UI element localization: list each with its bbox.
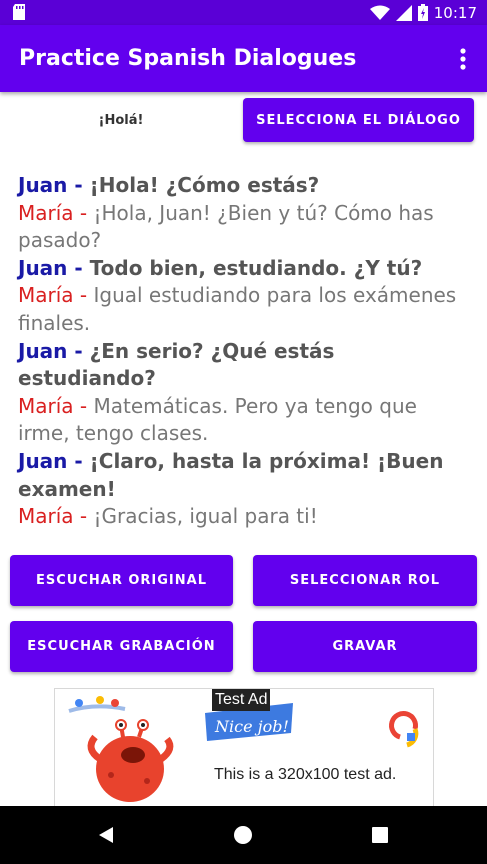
wifi-icon [369,5,390,20]
speaker-name: María [18,200,74,225]
speaker-name: María [18,283,74,308]
clock: 10:17 [433,3,477,22]
recents-icon[interactable] [371,826,389,844]
speaker-name: Juan [18,448,68,473]
speaker-name: María [18,504,74,529]
back-icon[interactable] [97,826,115,844]
status-bar: 10:17 [0,0,487,25]
dialogue-line: Juan - ¡Hola! ¿Cómo estás? [18,173,320,197]
test-ad-label: Test Ad [212,689,271,711]
record-button[interactable]: GRAVAR [253,621,477,672]
dialogue-line: Juan - ¡Claro, hasta la próxima! ¡Buen e… [18,448,444,501]
app-title: Practice Spanish Dialogues [19,46,357,71]
ad-description: This is a 320x100 test ad. [214,766,397,783]
select-dialog-button[interactable]: SELECCIONA EL DIÁLOGO [243,98,474,142]
listen-original-button[interactable]: ESCUCHAR ORIGINAL [10,555,233,606]
battery-icon [417,4,428,21]
listen-recording-button[interactable]: ESCUCHAR GRABACIÓN [10,621,233,672]
sd-card-icon [13,4,25,20]
speaker-name: Juan [18,173,68,197]
dialogue-line: María - ¡Gracias, igual para ti! [18,504,318,529]
signal-icon [395,4,412,21]
ad-logo-icon [389,711,419,748]
line-text: ¡Gracias, igual para ti! [93,504,318,529]
speaker-name: María [18,393,74,418]
dialogue-line: María - Igual estudiando para los exámen… [18,283,457,335]
dialogue-line: María - ¡Hola, Juan! ¿Bien y tú? Cómo ha… [18,200,434,253]
line-text: ¡Hola! ¿Cómo estás? [89,173,320,197]
navigation-bar [0,806,487,864]
select-role-button[interactable]: SELECCIONAR ROL [253,555,477,606]
speaker-name: Juan [18,338,68,363]
ad-banner-text: Nice job! [214,717,289,736]
dialogue-line: María - Matemáticas. Pero ya tengo que i… [18,393,417,446]
speaker-name: Juan [18,255,68,280]
app-bar: Practice Spanish Dialogues [0,25,487,92]
monster-mascot-icon [87,719,174,802]
dialogue-line: Juan - Todo bien, estudiando. ¿Y tú? [18,255,423,280]
home-icon[interactable] [233,825,253,845]
dialogue-text: Juan - ¡Hola! ¿Cómo estás? María - ¡Hola… [18,172,474,531]
dialogue-line: Juan - ¿En serio? ¿Qué estás estudiando? [18,338,335,391]
line-text: Todo bien, estudiando. ¿Y tú? [89,255,423,280]
more-vert-icon[interactable] [457,47,469,71]
tab-hola[interactable]: ¡Holá! [60,113,182,128]
